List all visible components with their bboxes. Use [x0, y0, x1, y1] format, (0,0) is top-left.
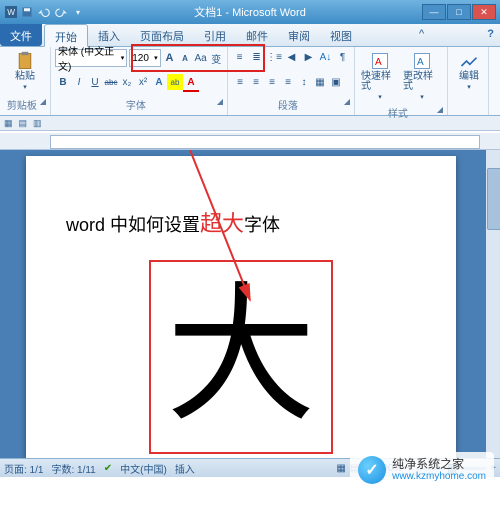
change-styles-button[interactable]: A 更改样式▾	[401, 49, 443, 105]
align-left-button[interactable]: ≡	[232, 74, 248, 90]
subscript-button[interactable]: x₂	[119, 74, 135, 90]
vertical-scrollbar[interactable]	[486, 150, 500, 458]
minimize-button[interactable]: —	[422, 4, 446, 20]
group-clipboard-label: 剪贴板	[7, 101, 37, 112]
word-app-icon: W	[4, 5, 18, 19]
tab-references[interactable]: 引用	[194, 24, 236, 46]
shading-button[interactable]: ▦	[312, 74, 328, 90]
line-spacing-button[interactable]: ↕	[296, 74, 312, 90]
page[interactable]: word 中如何设置超大字体 大	[26, 156, 456, 458]
numbering-button[interactable]: ≣	[249, 49, 264, 65]
nav-icon[interactable]: ▦	[4, 118, 13, 129]
font-color-button[interactable]: A	[183, 74, 199, 92]
qat-dropdown-icon[interactable]: ▾	[71, 5, 85, 19]
horizontal-ruler[interactable]	[0, 133, 500, 150]
decrease-indent-button[interactable]: ◀	[284, 49, 299, 65]
clipboard-launcher-icon[interactable]: ◢	[40, 97, 46, 106]
tab-mailings[interactable]: 邮件	[236, 24, 278, 46]
view-print-icon[interactable]: ▦	[336, 463, 345, 474]
nav-icon[interactable]: ▥	[33, 118, 42, 129]
align-center-button[interactable]: ≡	[248, 74, 264, 90]
document-text-line[interactable]: word 中如何设置超大字体	[66, 206, 416, 238]
redo-icon[interactable]	[54, 5, 68, 19]
paste-button[interactable]: 粘贴 ▾	[4, 49, 46, 95]
underline-button[interactable]: U	[87, 74, 103, 90]
styles-launcher-icon[interactable]: ◢	[437, 105, 443, 114]
show-marks-button[interactable]: ¶	[335, 49, 350, 65]
tab-file[interactable]: 文件	[0, 24, 42, 46]
strike-button[interactable]: abc	[103, 74, 119, 90]
tab-review[interactable]: 审阅	[278, 24, 320, 46]
proofing-icon[interactable]: ✔	[104, 463, 112, 474]
multilevel-button[interactable]: ⋮≡	[266, 49, 282, 65]
watermark: ✓ 纯净系统之家 www.kzmyhome.com	[350, 452, 494, 488]
group-styles-label: 样式	[388, 109, 408, 120]
italic-button[interactable]: I	[71, 74, 87, 90]
paragraph-launcher-icon[interactable]: ◢	[344, 97, 350, 106]
help-icon[interactable]: ?	[481, 24, 500, 46]
watermark-url: www.kzmyhome.com	[392, 471, 486, 482]
borders-button[interactable]: ▣	[328, 74, 344, 90]
big-character[interactable]: 大	[166, 282, 316, 432]
status-words[interactable]: 字数: 1/11	[51, 461, 95, 476]
scrollbar-thumb[interactable]	[487, 168, 500, 230]
status-page[interactable]: 页面: 1/1	[4, 461, 43, 476]
maximize-button[interactable]: □	[447, 4, 471, 20]
document-area: word 中如何设置超大字体 大	[0, 150, 500, 458]
group-font-label: 字体	[126, 101, 146, 112]
watermark-name: 纯净系统之家	[392, 458, 486, 471]
increase-indent-button[interactable]: ▶	[301, 49, 316, 65]
align-right-button[interactable]: ≡	[264, 74, 280, 90]
annotation-result-box: 大	[149, 260, 333, 454]
tab-layout[interactable]: 页面布局	[130, 24, 194, 46]
bold-button[interactable]: B	[55, 74, 71, 90]
svg-text:A: A	[375, 57, 382, 68]
watermark-logo-icon: ✓	[358, 456, 386, 484]
highlight-button[interactable]: ab	[167, 74, 183, 90]
quick-styles-button[interactable]: A 快速样式▾	[359, 49, 401, 105]
window-title: 文档1 - Microsoft Word	[194, 4, 306, 20]
status-mode[interactable]: 插入	[175, 461, 195, 476]
undo-icon[interactable]	[37, 5, 51, 19]
tab-view[interactable]: 视图	[320, 24, 362, 46]
font-launcher-icon[interactable]: ◢	[217, 97, 223, 106]
editing-button[interactable]: 编辑▾	[452, 49, 486, 95]
minimize-ribbon-icon[interactable]: ^	[413, 24, 430, 46]
superscript-button[interactable]: x²	[135, 74, 151, 90]
justify-button[interactable]: ≡	[280, 74, 296, 90]
bullets-button[interactable]: ≡	[232, 49, 247, 65]
font-name-select[interactable]: 宋体 (中文正文)▾	[55, 49, 127, 67]
svg-text:A: A	[417, 57, 424, 68]
save-icon[interactable]	[20, 5, 34, 19]
ribbon: 粘贴 ▾ 剪贴板◢ 宋体 (中文正文)▾ 120▾ A A Aa 变 B I U…	[0, 47, 500, 116]
sort-button[interactable]: A↓	[318, 49, 333, 65]
group-paragraph-label: 段落	[278, 101, 298, 112]
svg-text:W: W	[7, 8, 15, 17]
status-lang[interactable]: 中文(中国)	[120, 461, 167, 476]
text-effect-button[interactable]: A	[151, 74, 167, 90]
nav-icon[interactable]: ▤	[19, 118, 28, 129]
close-button[interactable]: ✕	[472, 4, 496, 20]
